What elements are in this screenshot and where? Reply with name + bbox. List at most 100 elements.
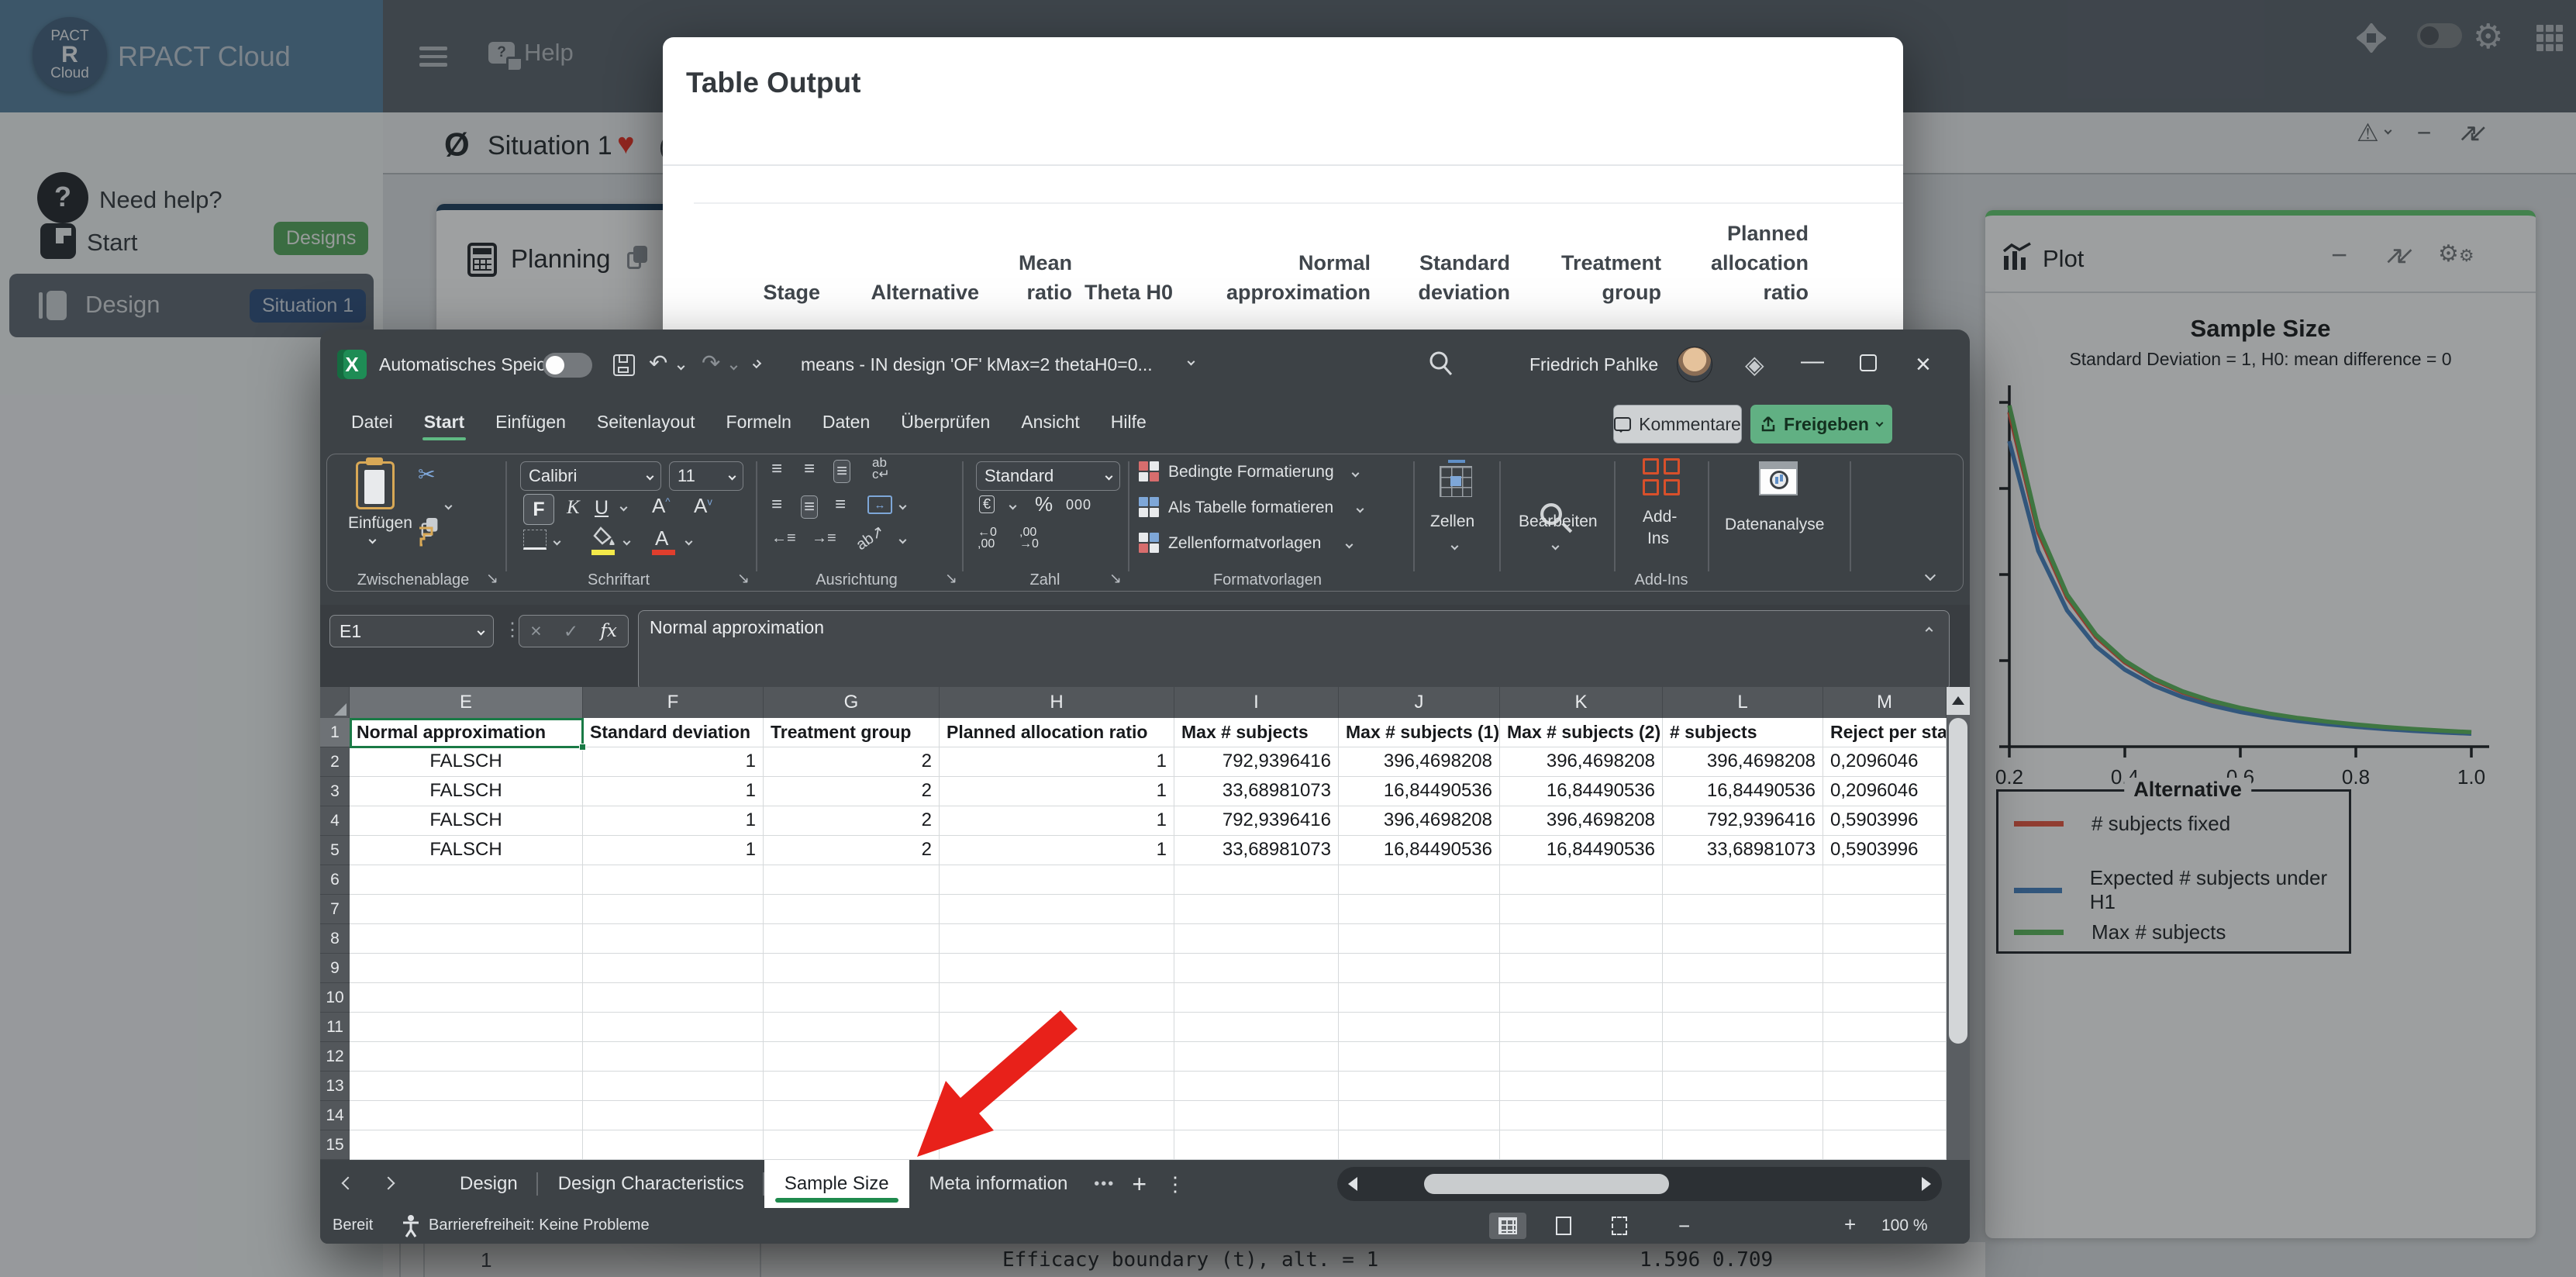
column-header-K[interactable]: K [1500, 687, 1663, 718]
row-header-10[interactable]: 10 [320, 983, 350, 1013]
cell[interactable] [764, 1101, 940, 1130]
cell[interactable] [1339, 865, 1500, 895]
cell[interactable] [1500, 924, 1663, 954]
cell[interactable] [350, 1042, 583, 1072]
cell[interactable]: Treatment group [764, 718, 940, 747]
cell[interactable] [1823, 865, 1947, 895]
cell[interactable] [583, 983, 764, 1013]
comma-style-icon[interactable]: 000 [1066, 497, 1091, 513]
decrease-decimal-icon[interactable]: ,00→0 [1019, 526, 1039, 550]
conditional-formatting-button[interactable]: Bedingte Formatierung [1168, 463, 1334, 481]
cell[interactable] [1663, 1042, 1823, 1072]
column-header-F[interactable]: F [583, 687, 764, 718]
decrease-indent-icon[interactable]: ←≡ [771, 530, 796, 547]
cell[interactable]: Reject per stage [1823, 718, 1947, 747]
select-all-corner[interactable] [320, 687, 350, 718]
confirm-entry-icon[interactable]: ✓ [564, 621, 578, 642]
accounting-format-icon[interactable]: € [979, 495, 995, 513]
cell[interactable] [1174, 954, 1339, 983]
ribbon-tab-Seitenlayout[interactable]: Seitenlayout [581, 404, 711, 445]
save-icon[interactable] [613, 354, 635, 376]
row-header-12[interactable]: 12 [320, 1042, 350, 1072]
scroll-right-button[interactable] [1922, 1177, 1931, 1191]
ribbon-tab-Formeln[interactable]: Formeln [711, 404, 807, 445]
cell[interactable] [583, 1042, 764, 1072]
cell[interactable] [1174, 1072, 1339, 1101]
cell[interactable] [1500, 1130, 1663, 1160]
fill-color-icon[interactable] [593, 526, 615, 545]
column-header-H[interactable]: H [940, 687, 1174, 718]
cell[interactable]: FALSCH [350, 747, 583, 777]
cell[interactable]: 16,84490536 [1339, 777, 1500, 806]
cell[interactable] [350, 954, 583, 983]
zoom-in-icon[interactable]: + [1844, 1213, 1856, 1237]
autosave-toggle[interactable] [543, 353, 592, 378]
ribbon-tab-Start[interactable]: Start [409, 404, 480, 445]
cell[interactable]: FALSCH [350, 806, 583, 836]
cell[interactable] [1500, 983, 1663, 1013]
cell[interactable]: 2 [764, 836, 940, 865]
cell[interactable] [940, 1013, 1174, 1042]
row-header-2[interactable]: 2 [320, 747, 350, 777]
cell[interactable]: 33,68981073 [1174, 777, 1339, 806]
cell[interactable] [764, 954, 940, 983]
paste-icon[interactable] [356, 461, 395, 509]
add-ins-button-line1[interactable]: Add- [1643, 508, 1677, 526]
cell[interactable] [350, 1130, 583, 1160]
search-icon[interactable] [1427, 350, 1455, 378]
cell[interactable] [1339, 1101, 1500, 1130]
cell[interactable]: 792,9396416 [1663, 806, 1823, 836]
cell[interactable] [1174, 924, 1339, 954]
font-size-select[interactable]: 11 [669, 461, 743, 491]
font-color-icon[interactable]: A [655, 526, 668, 550]
cell[interactable] [940, 983, 1174, 1013]
cell[interactable]: 1 [583, 747, 764, 777]
cell[interactable] [1339, 1072, 1500, 1101]
cell[interactable] [940, 954, 1174, 983]
ribbon-tab-Überprüfen[interactable]: Überprüfen [885, 404, 1005, 445]
ribbon-tab-Einfügen[interactable]: Einfügen [480, 404, 581, 445]
cell[interactable]: 2 [764, 747, 940, 777]
cell[interactable] [764, 924, 940, 954]
clipboard-dialog-launcher-icon[interactable]: ↘ [486, 570, 498, 588]
sheet-tab-Design[interactable]: Design [440, 1160, 538, 1208]
sheet-menu-icon[interactable]: ⋮ [1157, 1160, 1193, 1208]
cell[interactable]: 1 [940, 777, 1174, 806]
cell[interactable] [350, 983, 583, 1013]
cell[interactable] [940, 1042, 1174, 1072]
format-painter-icon[interactable] [416, 525, 440, 548]
cell[interactable]: 396,4698208 [1500, 806, 1663, 836]
cell[interactable]: 2 [764, 806, 940, 836]
cell[interactable]: 396,4698208 [1339, 806, 1500, 836]
wrap-text-icon[interactable]: abc↵ [872, 457, 890, 480]
cut-icon[interactable]: ✂ [418, 463, 436, 487]
row-header-4[interactable]: 4 [320, 806, 350, 836]
cell[interactable] [1823, 1013, 1947, 1042]
column-header-E[interactable]: E [350, 687, 583, 718]
redo-icon[interactable]: ↷ [702, 350, 720, 377]
cell[interactable] [1663, 895, 1823, 924]
normal-view-button[interactable] [1489, 1213, 1526, 1239]
cell-styles-button[interactable]: Zellenformatvorlagen [1168, 534, 1321, 553]
cell[interactable] [940, 895, 1174, 924]
cell[interactable]: FALSCH [350, 777, 583, 806]
cell[interactable] [583, 895, 764, 924]
close-window-icon[interactable]: × [1916, 350, 1931, 380]
cell[interactable]: 0,2096046 [1823, 747, 1947, 777]
column-header-I[interactable]: I [1174, 687, 1339, 718]
cell[interactable] [1663, 1072, 1823, 1101]
column-header-M[interactable]: M [1823, 687, 1947, 718]
ribbon-tab-Datei[interactable]: Datei [336, 404, 409, 445]
cell[interactable] [1663, 1130, 1823, 1160]
row-header-3[interactable]: 3 [320, 777, 350, 806]
document-title[interactable]: means - IN design 'OF' kMax=2 thetaH0=0.… [801, 354, 1153, 375]
cell[interactable] [1823, 924, 1947, 954]
merge-center-icon[interactable]: ↔ [867, 495, 892, 514]
cell[interactable] [1663, 954, 1823, 983]
cell[interactable] [350, 1101, 583, 1130]
row-header-5[interactable]: 5 [320, 836, 350, 865]
page-layout-view-button[interactable] [1545, 1213, 1582, 1239]
maximize-window-icon[interactable] [1860, 354, 1877, 371]
column-header-L[interactable]: L [1663, 687, 1823, 718]
network-icon[interactable]: ◈ [1745, 350, 1764, 379]
